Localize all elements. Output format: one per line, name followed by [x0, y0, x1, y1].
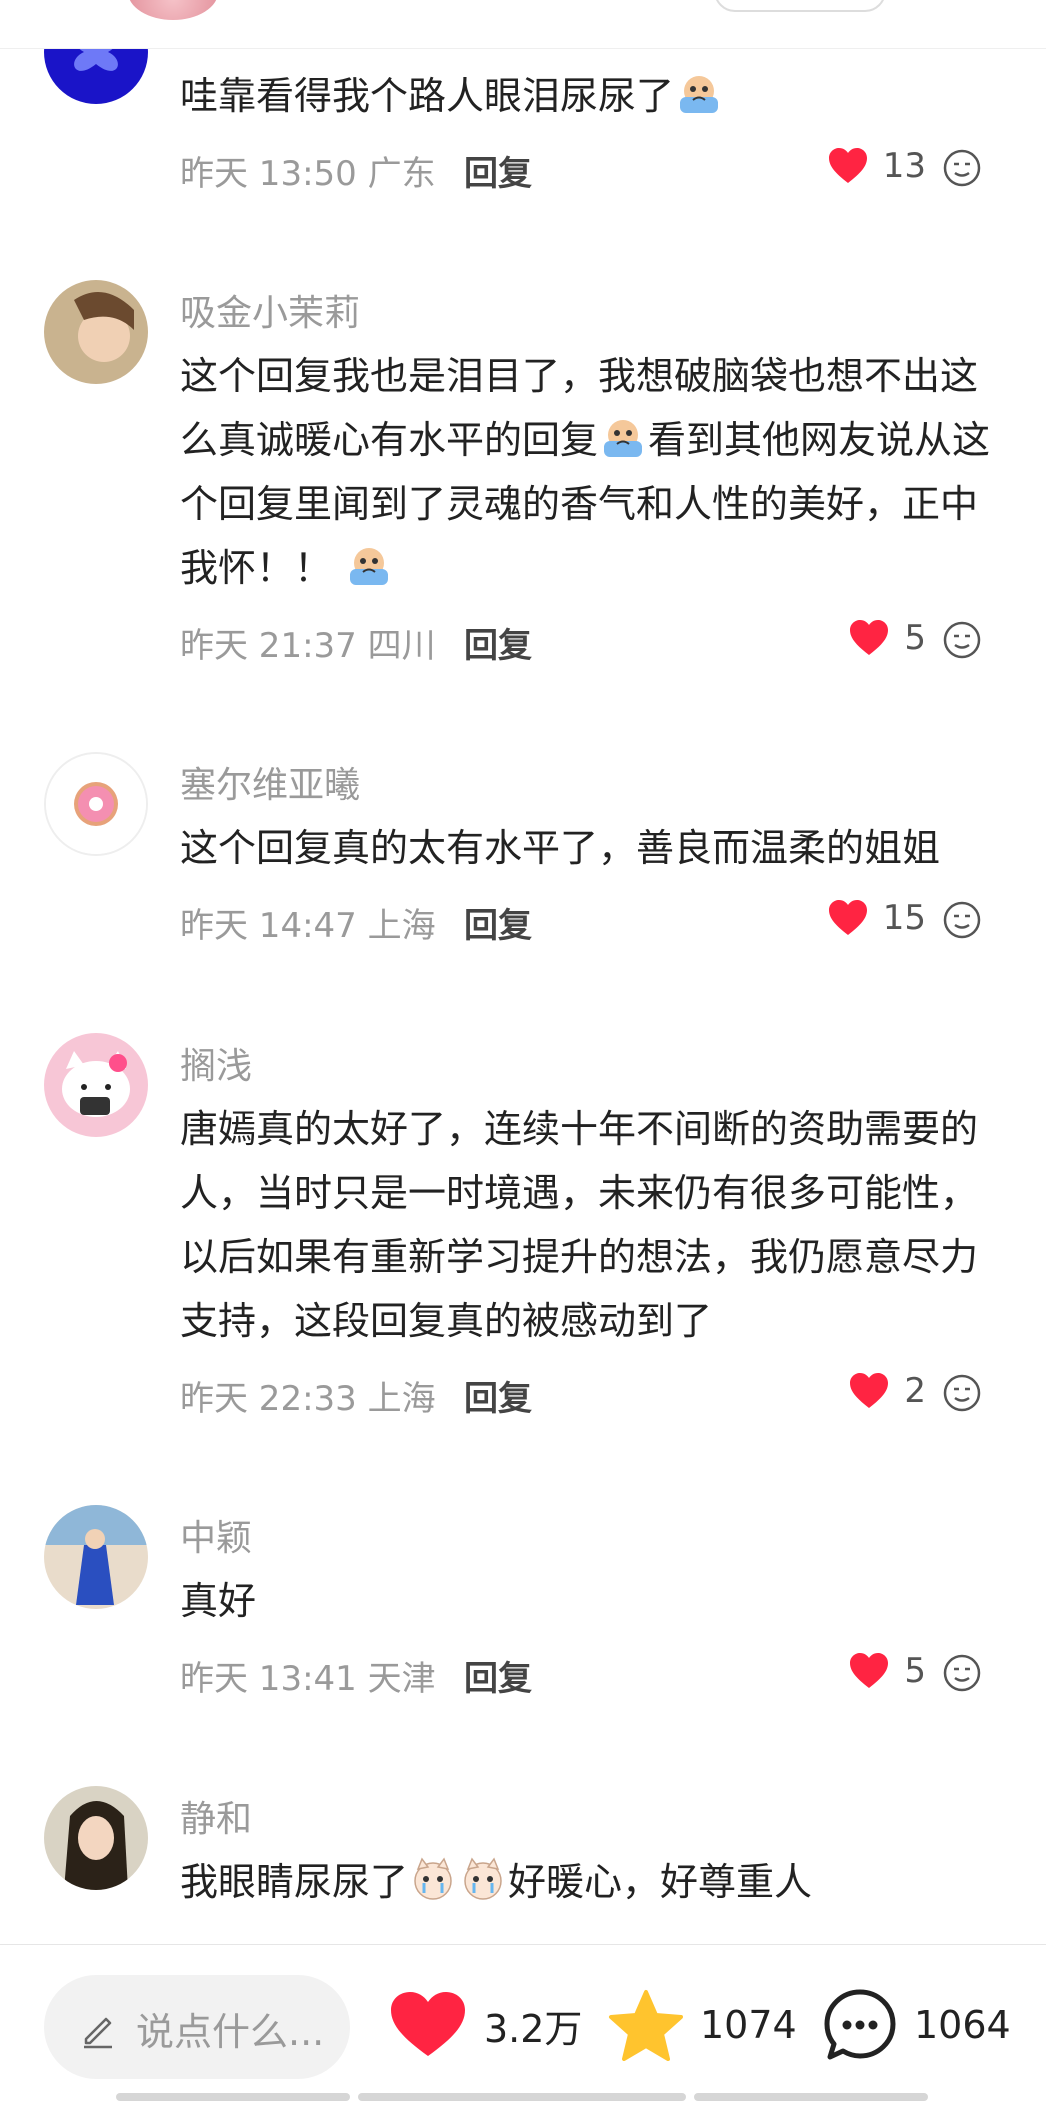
comment-feed[interactable]: 哇靠看得我个路人眼泪尿尿了 昨天 13:50 广东 回复 13 吸金小茉莉 这个… [0, 0, 1046, 1950]
react-face-icon[interactable] [942, 620, 982, 660]
react-face-icon[interactable] [942, 1653, 982, 1693]
avatar[interactable] [44, 752, 148, 856]
like-button[interactable]: 13 [827, 146, 926, 186]
crying-emoji [604, 420, 643, 457]
avatar-donut-image [46, 754, 146, 854]
reply-button[interactable]: 回复 [464, 1651, 532, 1700]
avatar[interactable] [44, 1505, 148, 1609]
crying-emoji [680, 76, 719, 113]
star-icon [609, 1990, 683, 2061]
like-count: 2 [904, 1371, 926, 1411]
username[interactable]: 静和 [180, 1790, 252, 1842]
crying-cat-emoji [464, 1857, 502, 1900]
home-indicator [116, 2093, 350, 2101]
favorite-count: 1074 [700, 2003, 797, 2047]
heart-icon [850, 1373, 889, 1408]
like-count: 15 [882, 898, 926, 938]
home-indicator [694, 2093, 928, 2101]
username[interactable]: 塞尔维亚曦 [180, 756, 360, 808]
like-count: 13 [882, 146, 926, 186]
comment-meta: 昨天 14:47 上海 [180, 906, 436, 946]
reply-button[interactable]: 回复 [464, 898, 532, 947]
comment-text: 这个回复我也是泪目了，我想破脑袋也想不出这么真诚暖心有水平的回复 看到其他网友说从… [180, 354, 991, 590]
avatar[interactable] [44, 1033, 148, 1137]
post-like-count: 3.2万 [484, 2006, 583, 2051]
author-avatar[interactable] [128, 0, 218, 20]
crying-emoji [350, 548, 389, 585]
comment-text: 真好 [180, 1579, 257, 1623]
comment-input-placeholder: 说点什么... [136, 2010, 325, 2054]
comment-count: 1064 [914, 2003, 1011, 2047]
avatar[interactable] [44, 280, 148, 384]
like-count: 5 [904, 1651, 926, 1691]
like-button[interactable]: 5 [848, 618, 926, 658]
comment-meta: 昨天 21:37 四川 [180, 626, 436, 666]
comment-text: 哇靠看得我个路人眼泪尿尿了 [180, 64, 1010, 128]
comment-text: 唐嫣真的太好了，连续十年不间断的资助需要的人，当时只是一时境遇，未来仍有很多可能… [180, 1107, 979, 1343]
reply-button[interactable]: 回复 [464, 146, 532, 195]
favorite-button[interactable]: 1074 [608, 1985, 797, 2065]
pencil-icon [84, 2017, 112, 2049]
like-button[interactable]: 15 [827, 898, 926, 938]
comment-text: 我眼睛尿尿了 好暖心，好尊重人 [180, 1850, 1010, 1914]
react-face-icon[interactable] [942, 148, 982, 188]
reply-button[interactable]: 回复 [464, 1371, 532, 1420]
heart-icon [391, 1992, 465, 2056]
username[interactable]: 吸金小茉莉 [180, 284, 360, 336]
comment-text: 这个回复真的太有水平了，善良而温柔的姐姐 [180, 826, 941, 870]
bottom-action-bar: 说点什么... 3.2万 1074 1064 [0, 1944, 1046, 2108]
heart-icon [828, 900, 867, 935]
like-post-button[interactable]: 3.2万 [388, 1985, 582, 2065]
like-button[interactable]: 2 [848, 1371, 926, 1411]
chat-bubble-icon [824, 1989, 896, 2060]
avatar-photo-blue-figure [44, 1505, 148, 1609]
reply-button[interactable]: 回复 [464, 618, 532, 667]
react-face-icon[interactable] [942, 900, 982, 940]
follow-button[interactable] [714, 0, 886, 12]
comment-meta: 昨天 13:50 广东 [180, 154, 436, 194]
heart-icon [850, 1653, 889, 1688]
avatar[interactable] [44, 1786, 148, 1890]
like-count: 5 [904, 618, 926, 658]
top-header [0, 0, 1046, 49]
home-indicator [358, 2093, 686, 2101]
avatar-photo-girl [44, 280, 148, 384]
comments-button[interactable]: 1064 [822, 1985, 1011, 2065]
heart-icon [850, 620, 889, 655]
username[interactable]: 中颖 [180, 1509, 252, 1561]
avatar-photo-woman [44, 1786, 148, 1890]
react-face-icon[interactable] [942, 1373, 982, 1413]
heart-icon [828, 148, 867, 183]
crying-cat-emoji [414, 1857, 452, 1900]
username[interactable]: 搁浅 [180, 1037, 252, 1089]
comment-meta: 昨天 13:41 天津 [180, 1659, 436, 1699]
avatar-hello-kitty-image [44, 1033, 148, 1137]
comment-input[interactable]: 说点什么... [44, 1975, 350, 2079]
like-button[interactable]: 5 [848, 1651, 926, 1691]
comment-meta: 昨天 22:33 上海 [180, 1379, 436, 1419]
